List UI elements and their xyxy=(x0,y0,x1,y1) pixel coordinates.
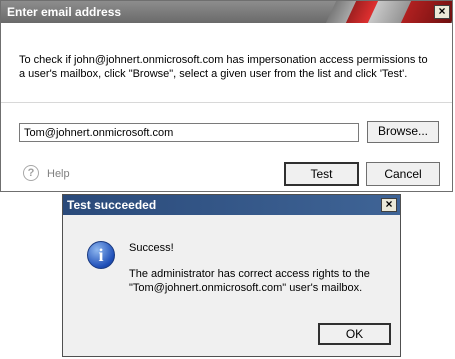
success-heading: Success! xyxy=(129,242,174,254)
cancel-button[interactable]: Cancel xyxy=(366,162,440,186)
email-input[interactable] xyxy=(19,123,359,142)
close-icon[interactable]: × xyxy=(434,5,450,19)
result-dialog-titlebar[interactable]: Test succeeded × xyxy=(63,195,400,215)
info-icon: i xyxy=(87,241,115,269)
email-dialog-title: Enter email address xyxy=(7,5,122,19)
browse-button[interactable]: Browse... xyxy=(367,121,439,143)
test-result-dialog: Test succeeded × i Success! The administ… xyxy=(62,194,401,357)
help-icon[interactable]: ? xyxy=(23,165,39,181)
ok-button[interactable]: OK xyxy=(318,323,391,345)
close-icon[interactable]: × xyxy=(381,198,397,212)
result-message: The administrator has correct access rig… xyxy=(129,268,370,294)
result-dialog-title: Test succeeded xyxy=(67,198,157,212)
email-dialog: Enter email address × To check if john@j… xyxy=(0,0,453,192)
test-button[interactable]: Test xyxy=(284,162,359,186)
divider xyxy=(1,102,452,103)
email-dialog-titlebar[interactable]: Enter email address × xyxy=(1,1,452,23)
help-link[interactable]: Help xyxy=(47,168,70,180)
instructions-text: To check if john@johnert.onmicrosoft.com… xyxy=(19,54,428,80)
